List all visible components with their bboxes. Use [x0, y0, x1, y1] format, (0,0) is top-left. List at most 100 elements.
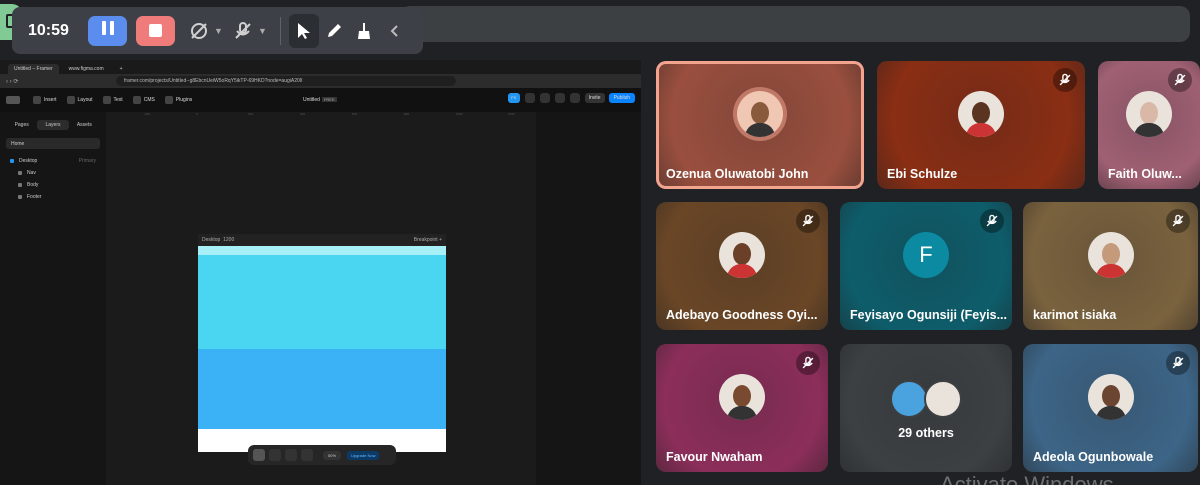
settings-icon[interactable]	[539, 93, 550, 103]
url-field[interactable]: framer.com/projects/Untitled--g8EbcnUeiW…	[116, 76, 456, 86]
camera-toggle-button[interactable]	[184, 14, 214, 48]
ruler-tick: 600	[352, 112, 358, 116]
frame-header[interactable]: Desktop 1200 Breakpoint +	[198, 234, 446, 246]
invite-button[interactable]: Invite	[584, 93, 605, 103]
comment-tool-icon[interactable]	[285, 449, 297, 461]
participant-tile[interactable]: Ozenua Oluwatobi John	[656, 61, 864, 189]
project-title: Untitled FREE	[303, 97, 337, 103]
ruler-tick: 400	[300, 112, 306, 116]
layer-footer[interactable]: Footer	[0, 191, 106, 203]
project-name: Untitled	[303, 97, 320, 103]
participant-tile[interactable]: Adeola Ogunbowale	[1023, 344, 1198, 472]
participant-tile[interactable]: karimot isiaka	[1023, 202, 1198, 330]
pause-icon	[100, 21, 116, 40]
cursor-tool-button[interactable]	[289, 13, 319, 48]
page-select[interactable]: Home	[6, 138, 100, 149]
clear-tool-button[interactable]	[349, 14, 379, 48]
ruler-tick: 800	[404, 112, 410, 116]
mic-muted-icon	[980, 209, 1004, 233]
preview-icon[interactable]	[569, 93, 580, 103]
browser-tab[interactable]: www.figma.com	[63, 64, 110, 74]
mic-toggle-button[interactable]	[228, 14, 258, 48]
design-canvas[interactable]: -200 0 200 400 600 800 1000 1200 Desktop…	[106, 112, 536, 485]
tab-assets[interactable]: Assets	[69, 120, 100, 130]
participant-tile[interactable]: Ebi Schulze	[877, 61, 1085, 189]
select-tool-icon[interactable]	[253, 449, 265, 461]
participant-avatar	[1126, 91, 1172, 137]
analytics-icon[interactable]	[554, 93, 565, 103]
page-select-value: Home	[11, 141, 25, 147]
theme-toggle-icon[interactable]	[301, 449, 313, 461]
browser-tab-strip: Untitled – Framer www.figma.com +	[0, 60, 641, 74]
fs-avatar[interactable]: FS	[507, 93, 520, 103]
stop-icon	[149, 24, 162, 37]
participant-name: Adeola Ogunbowale	[1033, 450, 1154, 464]
mic-off-icon	[235, 21, 251, 39]
participant-tile[interactable]: Faith Oluw...	[1098, 61, 1200, 189]
hero-section[interactable]	[198, 255, 446, 349]
cursor-icon	[298, 22, 310, 39]
collapse-toolbar-button[interactable]	[379, 14, 409, 48]
participant-name: Feyisayo Ogunsiji (Feyis...	[850, 308, 1007, 322]
tab-pages[interactable]: Pages	[6, 120, 37, 130]
browser-tab[interactable]: Untitled – Framer	[8, 64, 59, 74]
mic-muted-icon	[1166, 209, 1190, 233]
text-button[interactable]: Text	[102, 96, 123, 104]
layer-label: Body	[27, 182, 39, 188]
layout-button[interactable]: Layout	[66, 96, 93, 104]
participant-tile[interactable]: Favour Nwaham	[656, 344, 828, 472]
participant-avatar	[719, 232, 765, 278]
plugins-button[interactable]: Plugins	[164, 96, 192, 104]
zoom-select[interactable]: 50%	[323, 450, 342, 460]
pen-icon	[328, 23, 341, 37]
layer-label: Desktop	[19, 158, 38, 164]
tab-layers[interactable]: Layers	[37, 120, 69, 130]
camera-options-caret[interactable]: ▼	[214, 26, 228, 36]
pen-tool-button[interactable]	[319, 14, 349, 48]
new-tab-button[interactable]: +	[114, 64, 129, 74]
screen-recorder-toolbar: 10:59 ▼ ▼	[12, 7, 423, 54]
others-avatar	[890, 380, 928, 418]
others-count: 29 others	[898, 426, 954, 440]
framer-menu-button[interactable]	[6, 96, 23, 104]
body-section[interactable]	[198, 349, 446, 429]
participant-avatar	[958, 91, 1004, 137]
ruler-tick: 1000	[456, 112, 463, 116]
layer-label: Footer	[27, 194, 42, 200]
meeting-info-bar	[400, 6, 1190, 42]
tool-label: Layout	[77, 97, 93, 103]
framer-actions: FS Invite Publish	[507, 93, 635, 103]
desktop-frame[interactable]	[198, 246, 446, 452]
mic-options-caret[interactable]: ▼	[258, 26, 272, 36]
layer-body[interactable]: Body	[0, 179, 106, 191]
framer-toolbar: Insert Layout Text CMS Plugins Untitled F…	[0, 88, 641, 112]
globe-icon[interactable]	[524, 93, 535, 103]
breakpoint-button[interactable]: Breakpoint	[414, 237, 438, 243]
participant-name: Faith Oluw...	[1108, 167, 1182, 181]
nav-section[interactable]	[198, 246, 446, 255]
upgrade-button[interactable]: Upgrade Now	[347, 450, 380, 460]
participant-tile[interactable]: 29 others	[840, 344, 1012, 472]
mic-muted-icon	[796, 209, 820, 233]
participant-tile[interactable]: Adebayo Goodness Oyi...	[656, 202, 828, 330]
participant-avatar	[719, 374, 765, 420]
participant-tile[interactable]: F Feyisayo Ogunsiji (Feyis...	[840, 202, 1012, 330]
layer-nav[interactable]: Nav	[0, 167, 106, 179]
stop-button[interactable]	[136, 15, 175, 46]
browser-nav-icons[interactable]: ‹ › ⟳	[6, 78, 36, 85]
mic-muted-icon	[796, 351, 820, 375]
participant-avatar	[1087, 232, 1134, 278]
pause-button[interactable]	[88, 15, 127, 46]
ruler-tick: 1200	[508, 112, 515, 116]
add-breakpoint-icon[interactable]: +	[439, 237, 442, 243]
mic-muted-icon	[1168, 68, 1192, 92]
canvas-bottom-toolbar: 50% Upgrade Now	[248, 445, 396, 465]
layer-desktop[interactable]: Desktop Primary	[0, 155, 106, 167]
hand-tool-icon[interactable]	[269, 449, 281, 461]
cms-button[interactable]: CMS	[132, 96, 155, 104]
insert-button[interactable]: Insert	[33, 96, 57, 104]
others-avatar	[924, 380, 962, 418]
ruler-tick: 0	[196, 112, 198, 116]
publish-button[interactable]: Publish	[608, 93, 635, 103]
shared-screen: Untitled – Framer www.figma.com + ‹ › ⟳ …	[0, 60, 641, 485]
